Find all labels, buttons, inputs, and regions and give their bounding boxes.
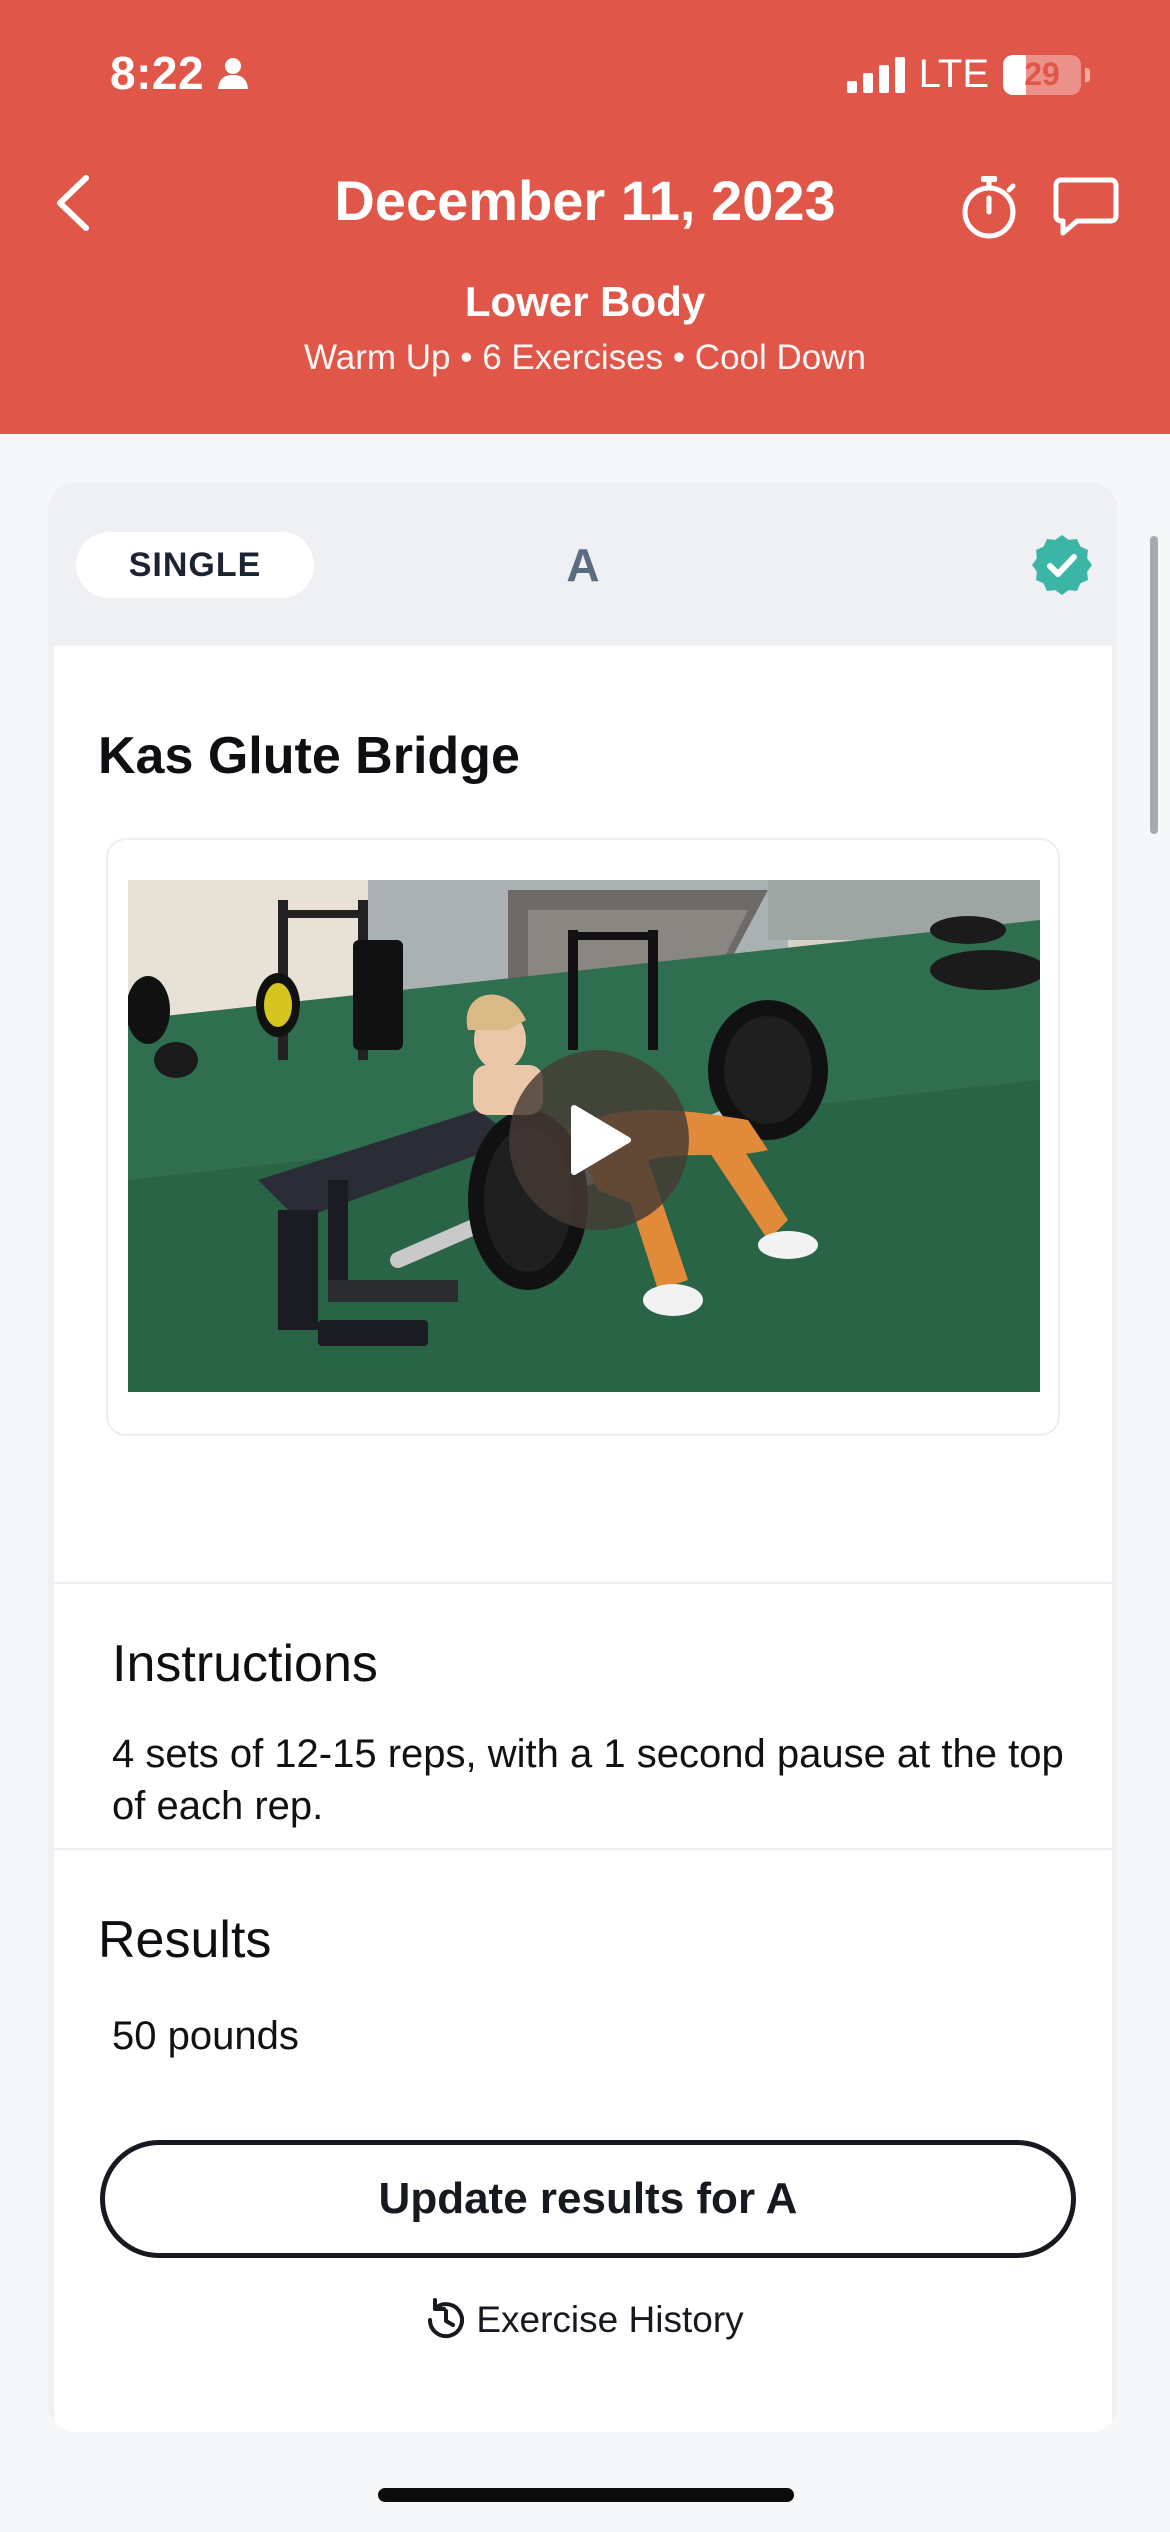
results-value: 50 pounds — [112, 2014, 299, 2058]
instructions-text: 4 sets of 12-15 reps, with a 1 second pa… — [112, 1732, 1064, 1828]
card-header: SINGLE A — [48, 482, 1118, 646]
play-icon — [571, 1105, 631, 1175]
cellular-signal-icon — [846, 56, 905, 93]
video-container — [106, 838, 1060, 1436]
workout-summary: Warm Up • 6 Exercises • Cool Down — [304, 338, 866, 377]
update-results-button[interactable]: Update results for A — [100, 2140, 1076, 2258]
status-bar-time: 8:22 — [110, 46, 250, 100]
section-divider — [54, 1582, 1112, 1584]
results-heading: Results — [98, 1911, 272, 1969]
section-divider — [54, 1848, 1112, 1850]
battery-icon: 29 — [1003, 54, 1081, 95]
stopwatch-icon[interactable] — [957, 174, 1021, 240]
block-letter: A — [566, 539, 600, 591]
person-icon — [218, 58, 249, 89]
scrollbar[interactable] — [1150, 536, 1158, 834]
card-body: Kas Glute Bridge Instructions 4 sets of … — [54, 646, 1112, 2432]
exercise-history-link[interactable]: Exercise History — [54, 2296, 1112, 2344]
instructions-heading: Instructions — [112, 1635, 378, 1693]
battery-fill — [1003, 54, 1026, 95]
chat-bubble-icon[interactable] — [1053, 176, 1119, 238]
workout-header: 8:22 LTE 29 December 11, 2023 Lower Body… — [0, 0, 1170, 434]
verified-check-icon — [1032, 535, 1092, 595]
battery-level: 29 — [1024, 56, 1060, 92]
exercise-card: SINGLE A Kas Glute Bridge Instructions 4… — [48, 482, 1118, 2432]
workout-name: Lower Body — [464, 278, 706, 325]
clock-label: 8:22 — [110, 47, 205, 99]
network-type: LTE — [918, 52, 989, 96]
battery-cap — [1085, 67, 1090, 82]
exercise-history-label: Exercise History — [476, 2299, 744, 2340]
history-clock-icon — [428, 2298, 465, 2339]
exercise-name: Kas Glute Bridge — [98, 727, 520, 785]
play-button[interactable] — [509, 1050, 689, 1230]
video-thumbnail[interactable] — [128, 880, 1040, 1392]
status-bar-indicators: LTE 29 — [846, 52, 1090, 97]
home-indicator[interactable] — [378, 2488, 794, 2502]
